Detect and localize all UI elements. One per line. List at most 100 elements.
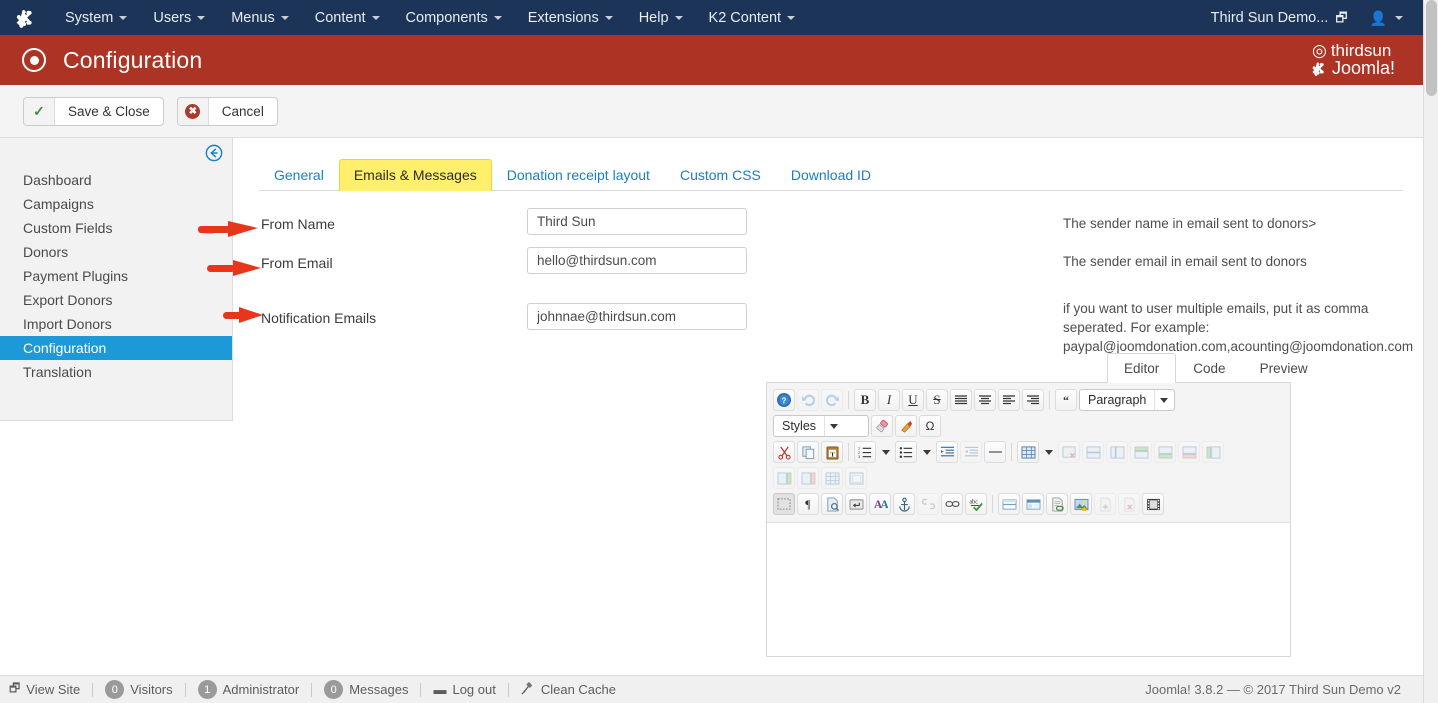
align-right-icon[interactable] xyxy=(1022,389,1044,411)
view-site-link[interactable]: 🗗 View Site xyxy=(0,679,92,700)
tab-general[interactable]: General xyxy=(259,159,339,191)
insert-table-icon[interactable] xyxy=(1017,441,1039,463)
special-character-icon[interactable]: Ω xyxy=(919,415,941,437)
topmenu-item-extensions[interactable]: Extensions xyxy=(515,0,626,35)
editor-content-area[interactable] xyxy=(767,523,1290,656)
scrollbar-thumb[interactable] xyxy=(1426,0,1437,96)
blockquote-icon[interactable]: “ xyxy=(1055,389,1077,411)
messages-status[interactable]: 0 Messages xyxy=(312,680,420,699)
strikethrough-icon[interactable]: S xyxy=(926,389,948,411)
administrator-status[interactable]: 1 Administrator xyxy=(186,680,312,699)
tab-emails-and-messages[interactable]: Emails & Messages xyxy=(339,159,492,191)
align-center-icon[interactable] xyxy=(974,389,996,411)
from-email-input[interactable] xyxy=(527,247,747,274)
numbered-list-icon[interactable]: 123 xyxy=(854,441,876,463)
eraser-icon[interactable] xyxy=(871,415,893,437)
joomla-icon[interactable] xyxy=(0,0,52,35)
bold-icon[interactable]: B xyxy=(854,389,876,411)
insert-article-link-icon[interactable] xyxy=(1046,493,1068,515)
format-painter-icon[interactable] xyxy=(895,415,917,437)
insert-column-after-icon[interactable] xyxy=(773,467,795,489)
delete-page-icon[interactable] xyxy=(1118,493,1140,515)
sidebar-item-translation[interactable]: Translation xyxy=(0,360,232,384)
numbered-list-options-icon[interactable] xyxy=(878,441,893,463)
insert-column-before-icon[interactable] xyxy=(1202,441,1224,463)
notification-emails-input[interactable] xyxy=(527,303,747,330)
user-menu-button[interactable]: 👤 xyxy=(1360,0,1417,35)
paste-as-text-icon[interactable]: T xyxy=(821,441,843,463)
redo-icon[interactable] xyxy=(821,389,843,411)
underline-icon[interactable]: U xyxy=(902,389,924,411)
indent-increase-icon[interactable] xyxy=(936,441,958,463)
insert-row-after-icon[interactable] xyxy=(1154,441,1176,463)
insert-line-break-icon[interactable] xyxy=(845,493,867,515)
logout-link[interactable]: ▬ Log out xyxy=(421,682,507,697)
align-justify-icon[interactable] xyxy=(950,389,972,411)
page-properties-icon[interactable] xyxy=(821,493,843,515)
cell-properties-icon[interactable] xyxy=(845,467,867,489)
indent-decrease-icon[interactable] xyxy=(960,441,982,463)
insert-image-icon[interactable] xyxy=(1070,493,1092,515)
help-icon[interactable]: ? xyxy=(773,389,795,411)
show-blocks-icon[interactable] xyxy=(773,493,795,515)
table-properties-icon[interactable] xyxy=(821,467,843,489)
topmenu-item-menus[interactable]: Menus xyxy=(218,0,302,35)
topmenu-item-components[interactable]: Components xyxy=(393,0,515,35)
delete-row-icon[interactable] xyxy=(1178,441,1200,463)
visitors-status[interactable]: 0 Visitors xyxy=(93,680,184,699)
sidebar-item-donors[interactable]: Donors xyxy=(0,240,232,264)
insert-layout-panel-icon[interactable] xyxy=(1022,493,1044,515)
sidebar-item-dashboard[interactable]: Dashboard xyxy=(0,168,232,192)
spellcheck-icon[interactable]: abc xyxy=(965,493,987,515)
delete-table-icon[interactable] xyxy=(1058,441,1080,463)
sidebar-item-payment-plugins[interactable]: Payment Plugins xyxy=(0,264,232,288)
editor-tab-code[interactable]: Code xyxy=(1176,353,1242,383)
sidebar-item-export-donors[interactable]: Export Donors xyxy=(0,288,232,312)
tab-custom-css[interactable]: Custom CSS xyxy=(665,159,776,191)
bulleted-list-icon[interactable] xyxy=(895,441,917,463)
cancel-button[interactable]: ✖ Cancel xyxy=(177,97,278,126)
sidebar-item-custom-fields[interactable]: Custom Fields xyxy=(0,216,232,240)
paragraph-format-select[interactable]: Paragraph xyxy=(1079,389,1175,411)
site-name-link[interactable]: Third Sun Demo... 🗗 xyxy=(1199,0,1360,35)
topmenu-item-users[interactable]: Users xyxy=(140,0,218,35)
styles-select[interactable]: Styles xyxy=(773,415,869,437)
sidebar-item-campaigns[interactable]: Campaigns xyxy=(0,192,232,216)
tab-donation-receipt-layout[interactable]: Donation receipt layout xyxy=(492,159,665,191)
cut-icon[interactable] xyxy=(773,441,795,463)
topmenu-item-content[interactable]: Content xyxy=(302,0,393,35)
save-and-close-button[interactable]: ✓ Save & Close xyxy=(23,97,164,126)
table-options-icon[interactable] xyxy=(1041,441,1056,463)
topmenu-item-system[interactable]: System xyxy=(52,0,140,35)
insert-page-icon[interactable] xyxy=(1094,493,1116,515)
copy-icon[interactable] xyxy=(797,441,819,463)
horizontal-rule-icon[interactable] xyxy=(984,441,1006,463)
collapse-left-icon[interactable] xyxy=(205,144,223,162)
unlink-icon[interactable] xyxy=(917,493,939,515)
anchor-icon[interactable] xyxy=(893,493,915,515)
sidebar-item-configuration[interactable]: Configuration xyxy=(0,336,232,360)
link-icon[interactable] xyxy=(941,493,963,515)
split-cells-icon[interactable] xyxy=(1106,441,1128,463)
text-style-icon[interactable]: AA xyxy=(869,493,891,515)
editor-tab-editor[interactable]: Editor xyxy=(1107,353,1176,383)
show-formatting-marks-icon[interactable]: ¶ xyxy=(797,493,819,515)
page-scrollbar[interactable] xyxy=(1423,0,1438,703)
editor-tab-preview[interactable]: Preview xyxy=(1243,353,1325,383)
insert-horizontal-panel-icon[interactable] xyxy=(998,493,1020,515)
delete-column-icon[interactable] xyxy=(797,467,819,489)
merge-cells-icon[interactable] xyxy=(1082,441,1104,463)
undo-icon[interactable] xyxy=(797,389,819,411)
topmenu-item-k2-content[interactable]: K2 Content xyxy=(696,0,809,35)
insert-media-icon[interactable] xyxy=(1142,493,1164,515)
italic-icon[interactable]: I xyxy=(878,389,900,411)
insert-row-before-icon[interactable] xyxy=(1130,441,1152,463)
align-left-icon[interactable] xyxy=(998,389,1020,411)
from-name-input[interactable] xyxy=(527,208,747,235)
tab-download-id[interactable]: Download ID xyxy=(776,159,886,191)
clean-cache-link[interactable]: Clean Cache xyxy=(509,681,628,698)
styles-value: Styles xyxy=(774,419,824,433)
topmenu-item-help[interactable]: Help xyxy=(626,0,696,35)
bulleted-list-options-icon[interactable] xyxy=(919,441,934,463)
sidebar-item-import-donors[interactable]: Import Donors xyxy=(0,312,232,336)
